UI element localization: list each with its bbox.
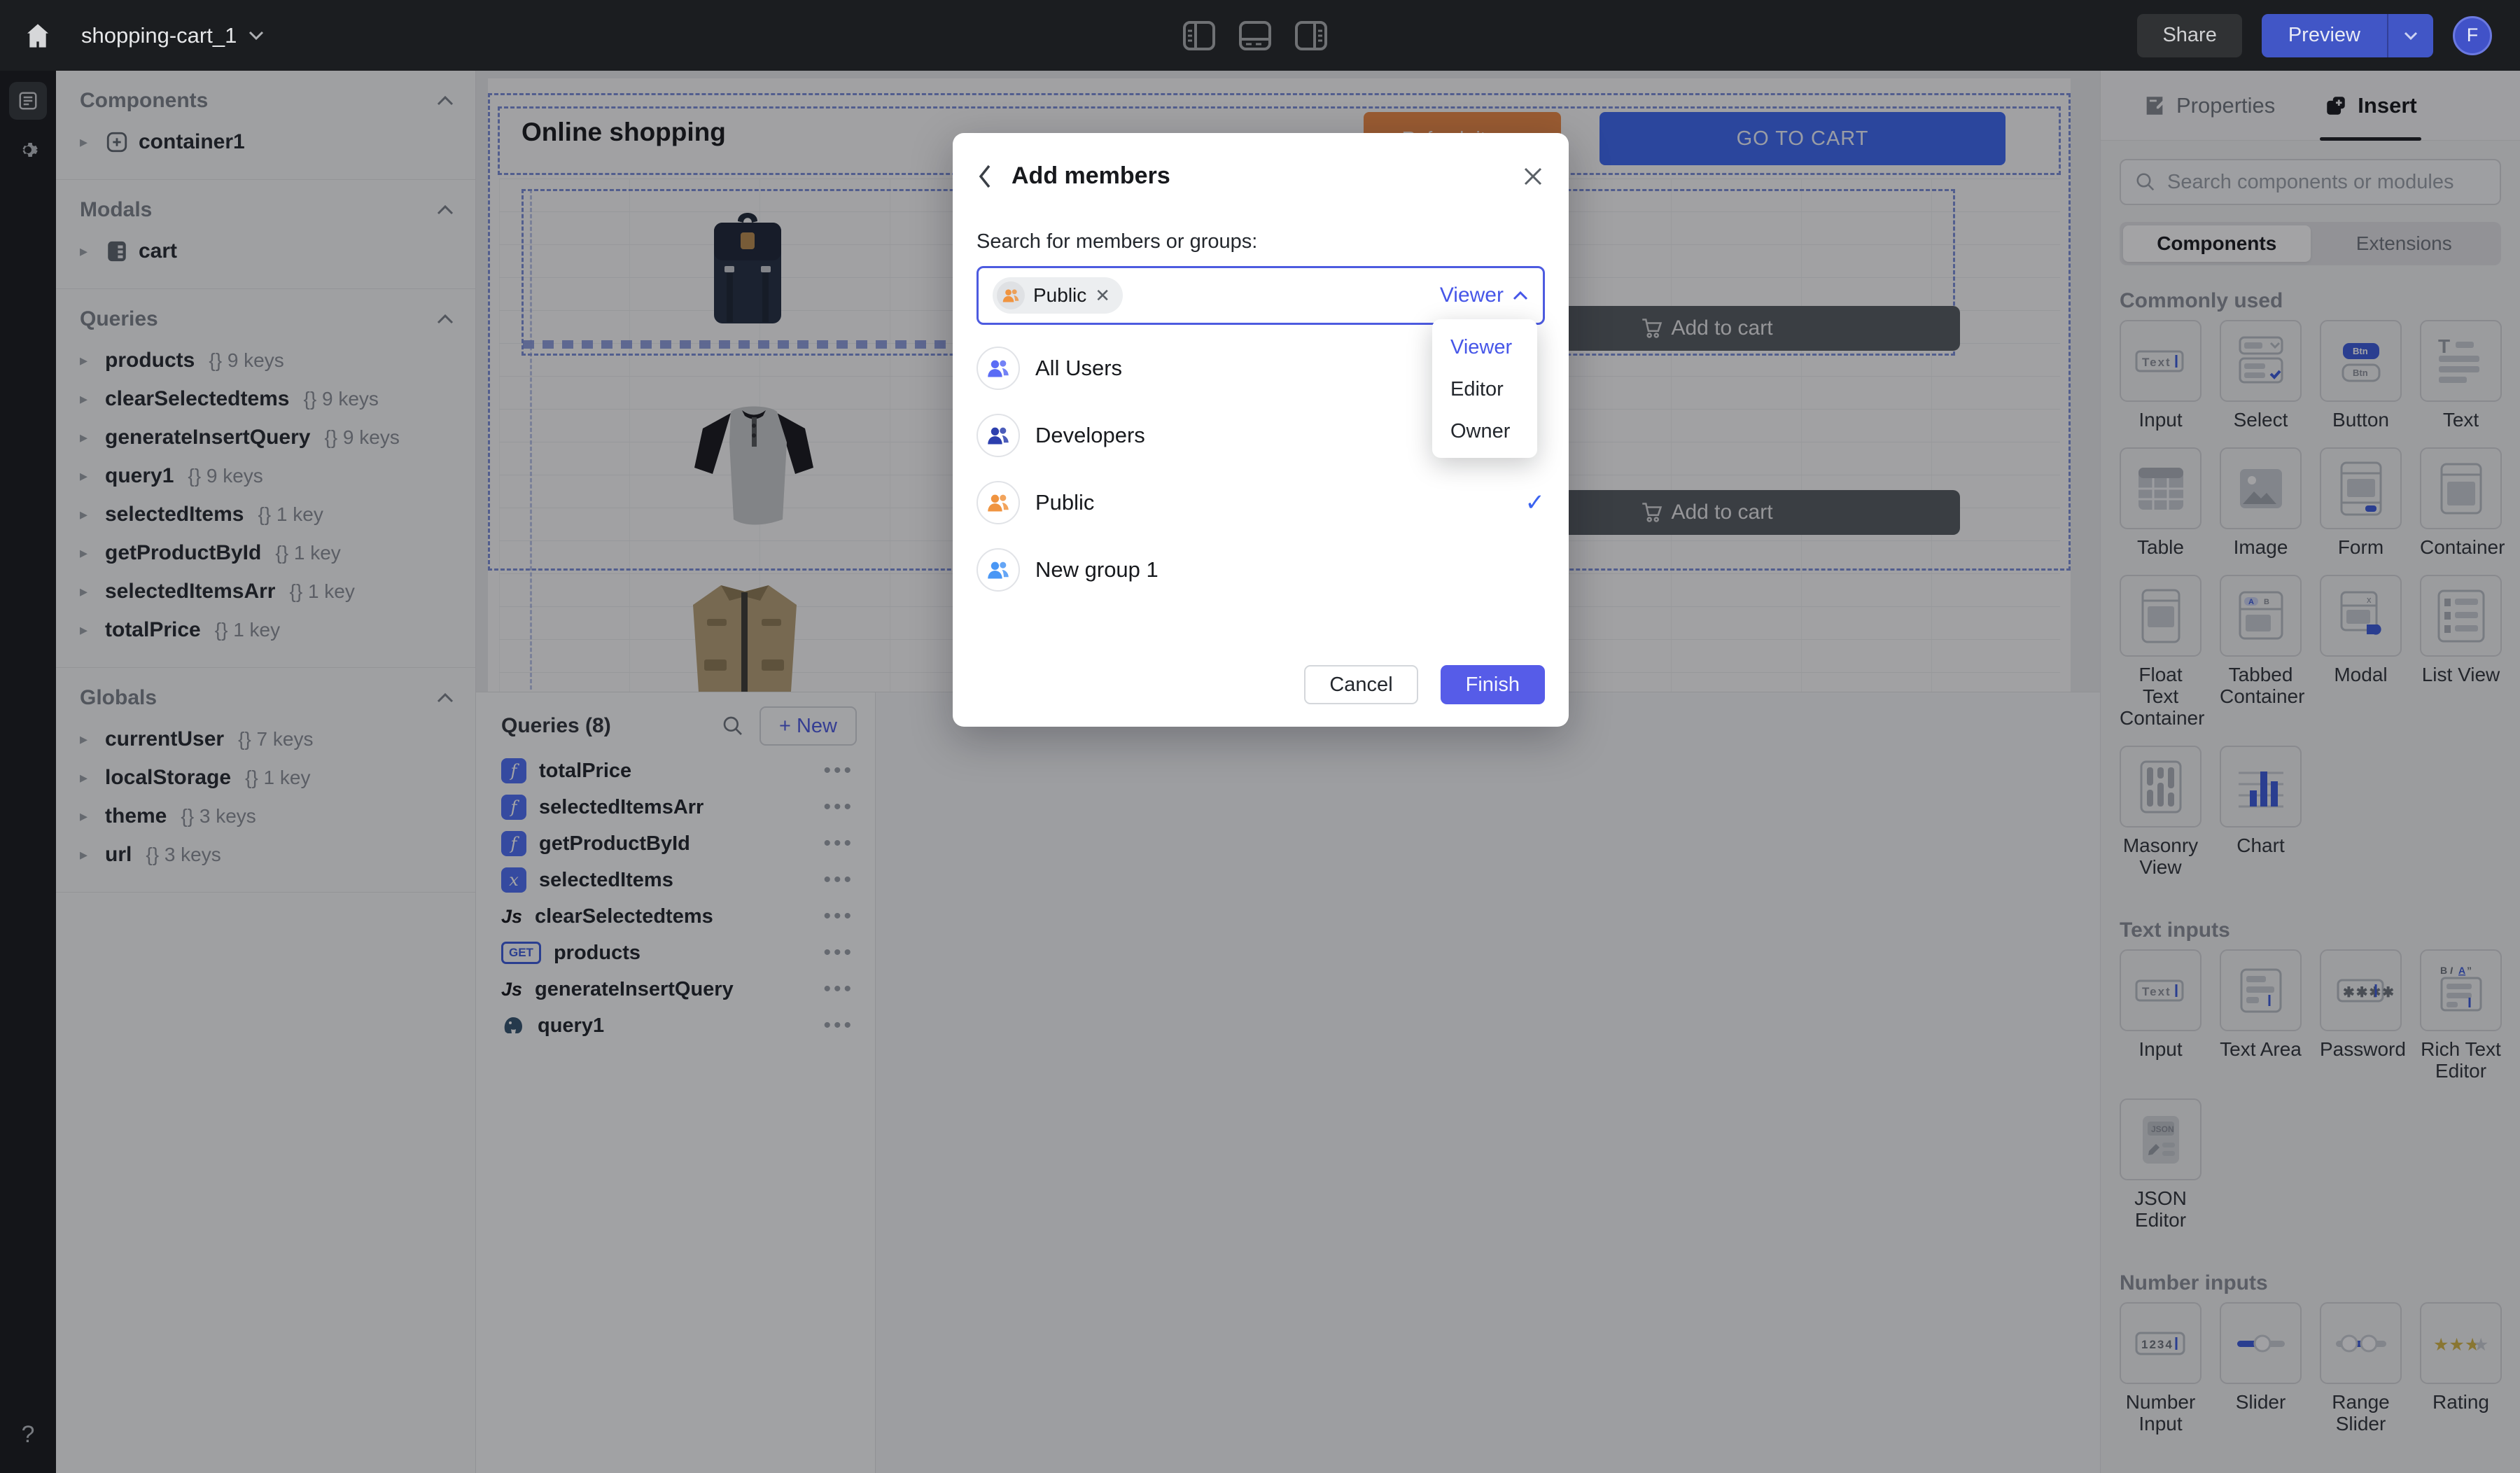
group-avatar [976,414,1020,457]
chip-remove-icon[interactable]: ✕ [1095,285,1110,307]
group-avatar [976,548,1020,592]
topbar: shopping-cart_1 Share Preview F [0,0,2520,71]
people-icon [986,425,1010,446]
user-avatar[interactable]: F [2453,16,2492,55]
group-row-public[interactable]: Public ✓ [976,469,1545,536]
cancel-button[interactable]: Cancel [1304,665,1418,704]
search-members-label: Search for members or groups: [976,230,1545,253]
chevron-down-icon [2403,31,2418,41]
group-avatar [976,347,1020,390]
check-icon: ✓ [1525,489,1546,517]
role-option-viewer[interactable]: Viewer [1432,326,1537,368]
members-search-input[interactable]: Public ✕ Viewer [976,266,1545,325]
preview-dropdown-button[interactable] [2387,14,2433,57]
people-icon [986,559,1010,580]
chevron-down-icon [248,30,265,41]
group-name: New group 1 [1035,557,1545,582]
group-name: Public [1035,490,1510,515]
people-icon [986,492,1010,513]
app-name-menu[interactable]: shopping-cart_1 [81,23,265,48]
people-icon [986,358,1010,379]
selected-group-chip: Public ✕ [993,277,1123,314]
layout-toggles [1183,0,1327,71]
people-icon [1002,287,1020,304]
home-icon[interactable] [20,18,56,54]
group-avatar [997,281,1025,309]
role-option-owner[interactable]: Owner [1432,410,1537,452]
group-avatar [976,481,1020,524]
preview-button[interactable]: Preview [2262,14,2387,57]
finish-button[interactable]: Finish [1441,665,1545,704]
share-button[interactable]: Share [2137,14,2241,57]
left-panel-toggle-icon[interactable] [1183,21,1215,50]
close-icon[interactable] [1521,165,1545,188]
group-row-new-group-1[interactable]: New group 1 [976,536,1545,603]
back-icon[interactable] [976,163,993,190]
role-option-editor[interactable]: Editor [1432,368,1537,410]
chip-label: Public [1033,284,1086,307]
modal-title: Add members [1011,162,1521,190]
role-select[interactable]: Viewer [1440,284,1529,307]
role-dropdown-menu: ViewerEditorOwner [1432,319,1537,458]
app-name: shopping-cart_1 [81,23,237,48]
right-panel-toggle-icon[interactable] [1295,21,1327,50]
bottom-panel-toggle-icon[interactable] [1239,21,1271,50]
chevron-up-icon [1512,291,1529,301]
